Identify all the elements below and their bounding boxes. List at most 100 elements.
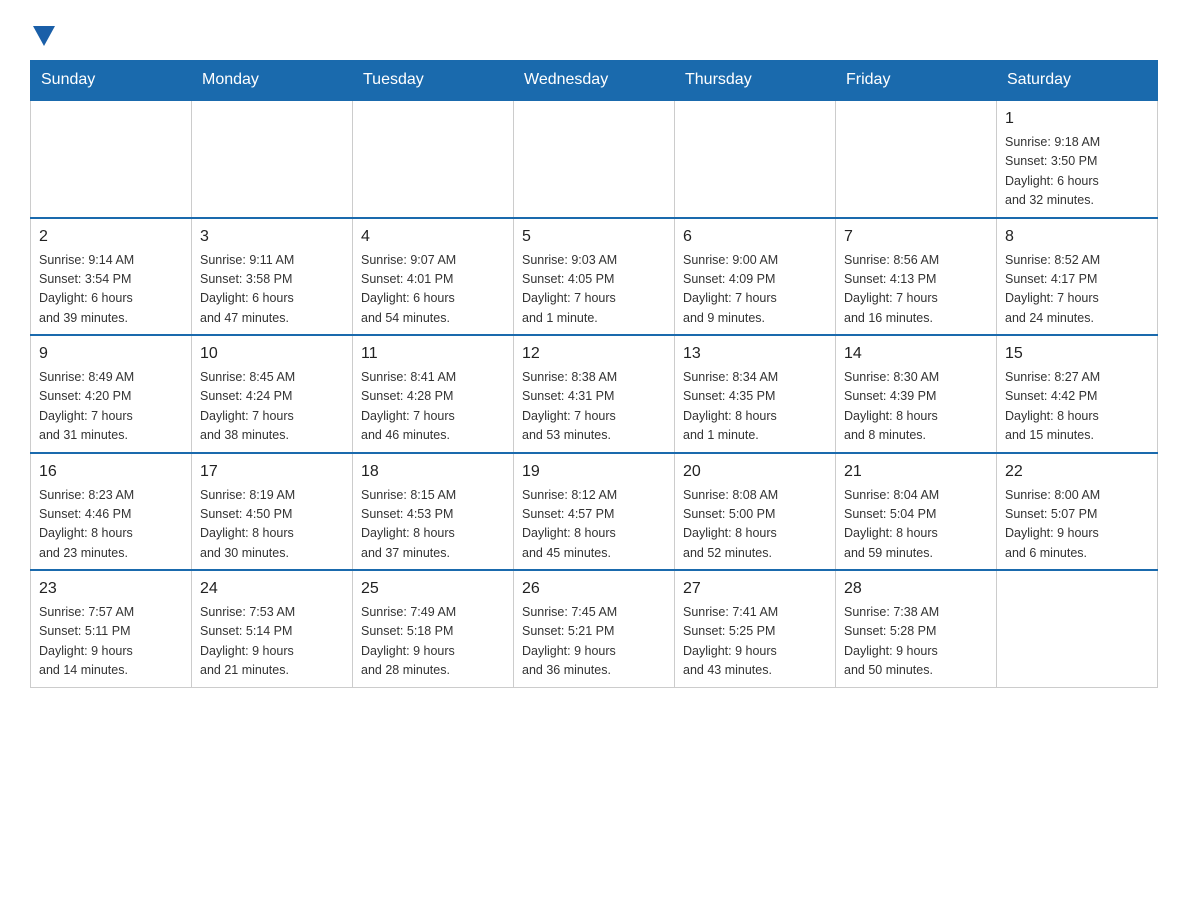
day-number: 1 [1005, 107, 1149, 131]
day-number: 23 [39, 577, 183, 601]
calendar-day-cell: 17Sunrise: 8:19 AMSunset: 4:50 PMDayligh… [192, 453, 353, 571]
day-number: 20 [683, 460, 827, 484]
calendar-day-cell: 3Sunrise: 9:11 AMSunset: 3:58 PMDaylight… [192, 218, 353, 336]
day-info: Sunrise: 8:15 AMSunset: 4:53 PMDaylight:… [361, 486, 505, 564]
day-number: 9 [39, 342, 183, 366]
day-number: 18 [361, 460, 505, 484]
calendar-week-row: 9Sunrise: 8:49 AMSunset: 4:20 PMDaylight… [31, 335, 1158, 453]
calendar-day-cell [353, 100, 514, 218]
calendar-day-cell: 16Sunrise: 8:23 AMSunset: 4:46 PMDayligh… [31, 453, 192, 571]
calendar-day-cell: 21Sunrise: 8:04 AMSunset: 5:04 PMDayligh… [836, 453, 997, 571]
day-info: Sunrise: 9:00 AMSunset: 4:09 PMDaylight:… [683, 251, 827, 329]
calendar-day-cell: 22Sunrise: 8:00 AMSunset: 5:07 PMDayligh… [997, 453, 1158, 571]
calendar-day-cell: 28Sunrise: 7:38 AMSunset: 5:28 PMDayligh… [836, 570, 997, 687]
header [30, 20, 1158, 50]
day-number: 12 [522, 342, 666, 366]
calendar-day-cell [675, 100, 836, 218]
day-info: Sunrise: 8:00 AMSunset: 5:07 PMDaylight:… [1005, 486, 1149, 564]
calendar-week-row: 1Sunrise: 9:18 AMSunset: 3:50 PMDaylight… [31, 100, 1158, 218]
day-number: 13 [683, 342, 827, 366]
logo [30, 20, 55, 50]
calendar-day-cell: 1Sunrise: 9:18 AMSunset: 3:50 PMDaylight… [997, 100, 1158, 218]
calendar-day-cell: 8Sunrise: 8:52 AMSunset: 4:17 PMDaylight… [997, 218, 1158, 336]
weekday-header: Saturday [997, 61, 1158, 101]
day-number: 28 [844, 577, 988, 601]
calendar-day-cell: 13Sunrise: 8:34 AMSunset: 4:35 PMDayligh… [675, 335, 836, 453]
day-number: 15 [1005, 342, 1149, 366]
day-info: Sunrise: 8:19 AMSunset: 4:50 PMDaylight:… [200, 486, 344, 564]
day-number: 8 [1005, 225, 1149, 249]
day-info: Sunrise: 8:27 AMSunset: 4:42 PMDaylight:… [1005, 368, 1149, 446]
day-info: Sunrise: 8:45 AMSunset: 4:24 PMDaylight:… [200, 368, 344, 446]
day-number: 10 [200, 342, 344, 366]
day-info: Sunrise: 8:52 AMSunset: 4:17 PMDaylight:… [1005, 251, 1149, 329]
calendar-week-row: 23Sunrise: 7:57 AMSunset: 5:11 PMDayligh… [31, 570, 1158, 687]
calendar-day-cell: 9Sunrise: 8:49 AMSunset: 4:20 PMDaylight… [31, 335, 192, 453]
day-number: 27 [683, 577, 827, 601]
calendar-day-cell: 11Sunrise: 8:41 AMSunset: 4:28 PMDayligh… [353, 335, 514, 453]
weekday-header: Sunday [31, 61, 192, 101]
day-number: 3 [200, 225, 344, 249]
day-number: 19 [522, 460, 666, 484]
calendar-table: SundayMondayTuesdayWednesdayThursdayFrid… [30, 60, 1158, 688]
weekday-header: Thursday [675, 61, 836, 101]
day-info: Sunrise: 9:14 AMSunset: 3:54 PMDaylight:… [39, 251, 183, 329]
calendar-day-cell [836, 100, 997, 218]
day-number: 21 [844, 460, 988, 484]
calendar-week-row: 2Sunrise: 9:14 AMSunset: 3:54 PMDaylight… [31, 218, 1158, 336]
day-number: 25 [361, 577, 505, 601]
day-number: 7 [844, 225, 988, 249]
day-number: 26 [522, 577, 666, 601]
weekday-header: Tuesday [353, 61, 514, 101]
day-info: Sunrise: 7:41 AMSunset: 5:25 PMDaylight:… [683, 603, 827, 681]
day-info: Sunrise: 9:03 AMSunset: 4:05 PMDaylight:… [522, 251, 666, 329]
calendar-day-cell: 26Sunrise: 7:45 AMSunset: 5:21 PMDayligh… [514, 570, 675, 687]
calendar-day-cell [997, 570, 1158, 687]
day-number: 4 [361, 225, 505, 249]
weekday-header: Monday [192, 61, 353, 101]
logo-arrow-icon [33, 25, 55, 53]
day-number: 17 [200, 460, 344, 484]
day-info: Sunrise: 8:23 AMSunset: 4:46 PMDaylight:… [39, 486, 183, 564]
day-number: 24 [200, 577, 344, 601]
page: SundayMondayTuesdayWednesdayThursdayFrid… [0, 0, 1188, 718]
calendar-day-cell: 14Sunrise: 8:30 AMSunset: 4:39 PMDayligh… [836, 335, 997, 453]
day-info: Sunrise: 8:04 AMSunset: 5:04 PMDaylight:… [844, 486, 988, 564]
calendar-day-cell [514, 100, 675, 218]
weekday-header: Wednesday [514, 61, 675, 101]
calendar-day-cell: 25Sunrise: 7:49 AMSunset: 5:18 PMDayligh… [353, 570, 514, 687]
day-number: 2 [39, 225, 183, 249]
calendar-day-cell: 6Sunrise: 9:00 AMSunset: 4:09 PMDaylight… [675, 218, 836, 336]
day-number: 5 [522, 225, 666, 249]
day-info: Sunrise: 8:56 AMSunset: 4:13 PMDaylight:… [844, 251, 988, 329]
day-info: Sunrise: 7:53 AMSunset: 5:14 PMDaylight:… [200, 603, 344, 681]
day-info: Sunrise: 8:41 AMSunset: 4:28 PMDaylight:… [361, 368, 505, 446]
weekday-header: Friday [836, 61, 997, 101]
calendar-day-cell: 15Sunrise: 8:27 AMSunset: 4:42 PMDayligh… [997, 335, 1158, 453]
calendar-day-cell: 27Sunrise: 7:41 AMSunset: 5:25 PMDayligh… [675, 570, 836, 687]
day-info: Sunrise: 8:30 AMSunset: 4:39 PMDaylight:… [844, 368, 988, 446]
calendar-day-cell: 7Sunrise: 8:56 AMSunset: 4:13 PMDaylight… [836, 218, 997, 336]
day-info: Sunrise: 7:45 AMSunset: 5:21 PMDaylight:… [522, 603, 666, 681]
day-info: Sunrise: 9:11 AMSunset: 3:58 PMDaylight:… [200, 251, 344, 329]
calendar-day-cell: 18Sunrise: 8:15 AMSunset: 4:53 PMDayligh… [353, 453, 514, 571]
calendar-day-cell: 5Sunrise: 9:03 AMSunset: 4:05 PMDaylight… [514, 218, 675, 336]
day-info: Sunrise: 8:34 AMSunset: 4:35 PMDaylight:… [683, 368, 827, 446]
calendar-day-cell: 24Sunrise: 7:53 AMSunset: 5:14 PMDayligh… [192, 570, 353, 687]
calendar-day-cell [31, 100, 192, 218]
day-info: Sunrise: 7:57 AMSunset: 5:11 PMDaylight:… [39, 603, 183, 681]
calendar-header-row: SundayMondayTuesdayWednesdayThursdayFrid… [31, 61, 1158, 101]
day-info: Sunrise: 7:49 AMSunset: 5:18 PMDaylight:… [361, 603, 505, 681]
calendar-day-cell: 12Sunrise: 8:38 AMSunset: 4:31 PMDayligh… [514, 335, 675, 453]
day-info: Sunrise: 8:38 AMSunset: 4:31 PMDaylight:… [522, 368, 666, 446]
calendar-day-cell [192, 100, 353, 218]
day-info: Sunrise: 9:18 AMSunset: 3:50 PMDaylight:… [1005, 133, 1149, 211]
day-info: Sunrise: 7:38 AMSunset: 5:28 PMDaylight:… [844, 603, 988, 681]
day-number: 14 [844, 342, 988, 366]
calendar-day-cell: 2Sunrise: 9:14 AMSunset: 3:54 PMDaylight… [31, 218, 192, 336]
logo-general [30, 25, 55, 55]
day-number: 22 [1005, 460, 1149, 484]
day-info: Sunrise: 8:49 AMSunset: 4:20 PMDaylight:… [39, 368, 183, 446]
calendar-day-cell: 19Sunrise: 8:12 AMSunset: 4:57 PMDayligh… [514, 453, 675, 571]
calendar-day-cell: 23Sunrise: 7:57 AMSunset: 5:11 PMDayligh… [31, 570, 192, 687]
